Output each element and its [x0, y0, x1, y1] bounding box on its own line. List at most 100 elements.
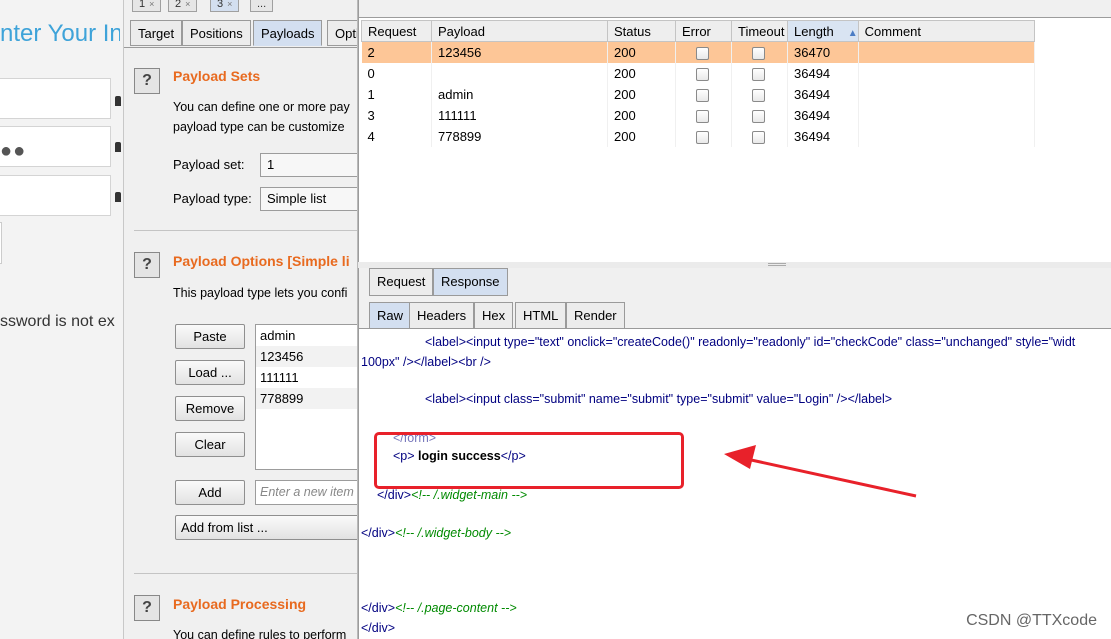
payload-set-label: Payload set: — [173, 157, 245, 172]
column-payload[interactable]: Payload — [431, 20, 608, 42]
cell-error — [675, 62, 732, 84]
list-item[interactable]: 778899 — [256, 388, 357, 409]
cell-payload: 123456 — [431, 41, 608, 63]
timeout-checkbox[interactable] — [752, 67, 765, 81]
cell-status: 200 — [607, 104, 676, 126]
attack-tab-2[interactable]: 2 × — [168, 0, 198, 12]
error-checkbox[interactable] — [696, 67, 709, 81]
payload-list[interactable]: admin 123456 111111 778899 — [255, 324, 357, 470]
tab-headers[interactable]: Headers — [409, 302, 475, 329]
payload-set-select[interactable]: 1 — [260, 153, 357, 177]
error-checkbox[interactable] — [696, 46, 709, 60]
payload-type-select[interactable]: Simple list — [260, 187, 357, 211]
error-checkbox[interactable] — [696, 88, 709, 102]
tab-response[interactable]: Response — [433, 268, 508, 296]
code-line: </div><!-- /.widget-body --> — [361, 526, 512, 540]
remove-button[interactable]: Remove — [175, 396, 245, 421]
table-row[interactable]: 2 123456 200 36470 — [361, 41, 1035, 63]
close-icon[interactable]: × — [185, 0, 190, 9]
sort-ascending-icon: ▲ — [847, 27, 858, 39]
column-error[interactable]: Error — [675, 20, 732, 42]
code-line: 100px" /></label><br /> — [361, 355, 491, 369]
close-icon[interactable]: × — [227, 0, 232, 9]
code-line: <label><input class="submit" name="submi… — [425, 392, 893, 406]
tab-request[interactable]: Request — [369, 268, 434, 296]
splitter-grip[interactable] — [768, 263, 786, 266]
tab-render[interactable]: Render — [566, 302, 625, 329]
captcha-image[interactable] — [0, 222, 2, 264]
tab-hex[interactable]: Hex — [474, 302, 514, 329]
list-item[interactable]: 123456 — [256, 346, 357, 367]
login-error-message: ssword is not ex — [0, 313, 115, 330]
tab-payloads[interactable]: Payloads — [253, 20, 323, 46]
cell-error — [675, 125, 732, 147]
attack-tab-more[interactable]: ... — [250, 0, 274, 12]
column-request[interactable]: Request — [361, 20, 432, 42]
cell-payload: 778899 — [431, 125, 608, 147]
list-item[interactable]: 111111 — [256, 367, 357, 388]
cell-length: 36494 — [787, 83, 859, 105]
section-divider — [134, 230, 357, 231]
attack-tab-3[interactable]: 3 × — [210, 0, 240, 12]
cell-payload: admin — [431, 83, 608, 105]
cell-timeout — [731, 41, 788, 63]
tab-html[interactable]: HTML — [515, 302, 567, 329]
timeout-checkbox[interactable] — [752, 46, 765, 60]
cell-length: 36470 — [787, 41, 859, 63]
help-icon[interactable]: ? — [134, 595, 160, 621]
cell-comment — [858, 104, 1035, 126]
cell-comment — [858, 125, 1035, 147]
tab-raw[interactable]: Raw — [369, 302, 412, 329]
list-item[interactable]: admin — [256, 325, 357, 346]
cell-status: 200 — [607, 62, 676, 84]
help-icon[interactable]: ? — [134, 68, 160, 94]
cell-request: 2 — [361, 41, 432, 63]
close-icon[interactable]: × — [149, 0, 154, 9]
cell-timeout — [731, 62, 788, 84]
column-timeout[interactable]: Timeout — [731, 20, 788, 42]
load-button[interactable]: Load ... — [175, 360, 245, 385]
timeout-checkbox[interactable] — [752, 109, 765, 123]
timeout-checkbox[interactable] — [752, 88, 765, 102]
add-from-list-dropdown[interactable]: Add from list ... — [175, 515, 357, 540]
column-comment[interactable]: Comment — [857, 20, 1035, 42]
clear-button[interactable]: Clear — [175, 432, 245, 457]
cell-comment — [858, 62, 1035, 84]
column-status[interactable]: Status — [607, 20, 676, 42]
user-icon — [115, 96, 121, 106]
tab-target[interactable]: Target — [130, 20, 183, 46]
cell-status: 200 — [607, 125, 676, 147]
column-length[interactable]: Length ▲ — [787, 20, 859, 42]
new-item-input[interactable]: Enter a new item — [255, 480, 357, 505]
code-line: </div> — [361, 621, 396, 635]
login-heading: nter Your In — [0, 20, 120, 47]
username-field[interactable] — [0, 78, 111, 119]
paste-button[interactable]: Paste — [175, 324, 245, 349]
results-panel: Request Payload Status Error Timeout Len… — [358, 0, 1111, 262]
code-line: </div><!-- /.page-content --> — [361, 601, 517, 615]
cell-error — [675, 41, 732, 63]
cell-length: 36494 — [787, 125, 859, 147]
table-row[interactable]: 0 200 36494 — [361, 62, 1035, 84]
cell-length: 36494 — [787, 104, 859, 126]
table-row[interactable]: 1 admin 200 36494 — [361, 83, 1035, 105]
tab-positions[interactable]: Positions — [182, 20, 251, 46]
attack-tabs: 1 × 2 × 3 × ... — [124, 0, 357, 14]
help-icon[interactable]: ? — [134, 252, 160, 278]
captcha-field[interactable] — [0, 175, 111, 216]
code-line: <label><input type="text" onclick="creat… — [425, 335, 1076, 349]
payload-type-label: Payload type: — [173, 191, 252, 206]
add-button[interactable]: Add — [175, 480, 245, 505]
results-table: Request Payload Status Error Timeout Len… — [361, 20, 1035, 147]
cell-payload — [431, 62, 608, 84]
error-checkbox[interactable] — [696, 109, 709, 123]
table-row[interactable]: 4 778899 200 36494 — [361, 125, 1035, 147]
payloads-tab-content: ? Payload Sets You can define one or mor… — [124, 47, 357, 639]
password-dots: ●● — [0, 140, 27, 162]
table-row[interactable]: 3 111111 200 36494 — [361, 104, 1035, 126]
error-checkbox[interactable] — [696, 130, 709, 144]
timeout-checkbox[interactable] — [752, 130, 765, 144]
attack-tab-1[interactable]: 1 × — [132, 0, 162, 12]
tab-options[interactable]: Opti — [327, 20, 357, 46]
payload-processing-desc: You can define rules to perform — [173, 628, 347, 639]
